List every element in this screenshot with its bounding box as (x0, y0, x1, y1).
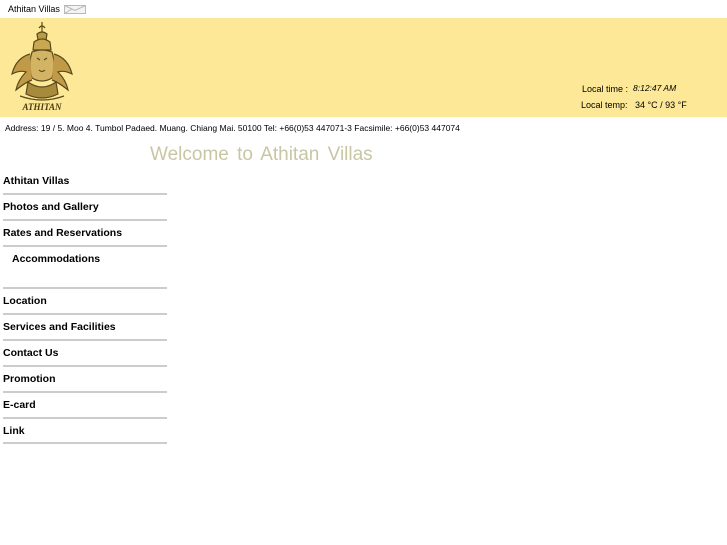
nav-divider (3, 313, 167, 315)
nav-divider (3, 391, 167, 393)
nav-item-label[interactable]: Link (3, 425, 25, 437)
header-banner: ATHITAN Local time : 8:12:47 AM Local te… (0, 18, 727, 117)
nav-divider (3, 365, 167, 367)
nav-divider (3, 442, 167, 444)
local-time-label: Local time : (582, 84, 629, 94)
nav-divider (3, 245, 167, 247)
nav-divider (3, 219, 167, 221)
svg-text:ATHITAN: ATHITAN (21, 102, 62, 112)
welcome-heading: Welcome to Athitan Villas (150, 144, 373, 165)
top-bar: Athitan Villas (0, 0, 727, 18)
nav-item-accommodations[interactable]: Accommodations (3, 248, 167, 274)
site-name: Athitan Villas (8, 4, 60, 14)
nav-divider (3, 417, 167, 419)
envelope-icon[interactable] (64, 5, 86, 14)
nav-item-label[interactable]: Location (3, 295, 47, 307)
local-temp-label: Local temp: (581, 100, 628, 110)
nav-item-label[interactable]: Contact Us (3, 347, 58, 359)
nav-item-label[interactable]: Accommodations (12, 253, 100, 265)
local-time-value: 8:12:47 AM (633, 83, 677, 93)
address-line: Address: 19 / 5. Moo 4. Tumbol Padaed. M… (5, 123, 460, 133)
nav-item-label[interactable]: Photos and Gallery (3, 201, 99, 213)
nav-item-label[interactable]: Athitan Villas (3, 175, 69, 187)
nav-item-label[interactable]: Services and Facilities (3, 321, 116, 333)
local-temp-value: 34 °C / 93 °F (635, 100, 687, 110)
nav-item-label[interactable]: E-card (3, 399, 36, 411)
nav-divider (3, 193, 167, 195)
nav-item-label[interactable]: Rates and Reservations (3, 227, 122, 239)
athitan-logo[interactable]: ATHITAN (6, 20, 78, 114)
nav-item-label[interactable]: Promotion (3, 373, 56, 385)
nav-divider (3, 339, 167, 341)
nav-divider (3, 287, 167, 289)
